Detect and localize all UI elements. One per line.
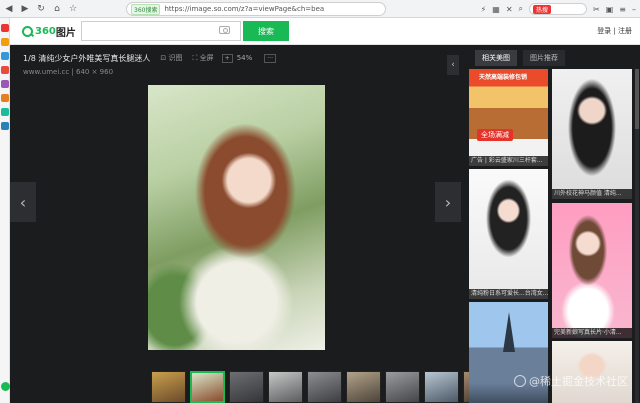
filmstrip-thumb[interactable]	[307, 371, 342, 403]
chevron-left-icon: ‹	[451, 60, 455, 70]
search-button[interactable]: 搜索	[243, 21, 289, 41]
browser-toolbar: ◀ ▶ ↻ ⌂ ☆ 360搜索 https://image.so.com/z?a…	[0, 0, 640, 18]
thumb-caption: 完美新娘写真长片·小清...	[552, 328, 632, 338]
tab-recommended[interactable]: 图片推荐	[523, 50, 565, 66]
related-thumb[interactable]: 川外校花神马颜值 清纯...	[552, 69, 632, 199]
url-text: https://image.so.com/z?a=viewPage&ch=bea	[164, 5, 325, 13]
related-tabs: 相关美图 图片推荐	[475, 50, 565, 66]
fullscreen-icon: ⛶	[192, 53, 198, 62]
sidebar-app-icon[interactable]	[1, 108, 9, 116]
thumb-caption: 清纯粉日系可爱长...台湾女...	[469, 289, 548, 299]
spire-shape	[503, 312, 515, 352]
sidebar-app-icon[interactable]	[1, 94, 9, 102]
more-button[interactable]: ···	[264, 53, 276, 63]
panel-scrollbar[interactable]	[635, 69, 639, 403]
image-viewer: 1/8 清纯少女户外唯美写真长腿迷人 ⊡ 识图 ⛶ 全屏 + 54% ··· w…	[10, 45, 640, 403]
browser-search-input[interactable]: 热搜	[529, 3, 588, 15]
watermark: @稀土掘金技术社区	[514, 373, 628, 389]
filmstrip-thumb[interactable]	[385, 371, 420, 403]
filmstrip-thumb[interactable]	[151, 371, 186, 403]
viewer-title-row: 1/8 清纯少女户外唯美写真长腿迷人 ⊡ 识图 ⛶ 全屏 + 54% ···	[23, 52, 276, 64]
camera-icon[interactable]	[219, 26, 230, 34]
watermark-text: @稀土掘金技术社区	[529, 375, 628, 388]
secure-badge: 360搜索	[131, 3, 161, 15]
login-link[interactable]: 登录 | 注册	[597, 26, 632, 36]
address-bar[interactable]: 360搜索 https://image.so.com/z?a=viewPage&…	[126, 2, 386, 16]
logo-suffix: 图片	[55, 27, 76, 39]
screen: ◀ ▶ ↻ ⌂ ☆ 360搜索 https://image.so.com/z?a…	[0, 0, 640, 403]
zoom-in-button[interactable]: +	[221, 53, 233, 63]
search-input[interactable]	[81, 21, 241, 41]
menu-icon[interactable]: ≡	[619, 5, 626, 14]
chevron-right-icon: ›	[444, 192, 452, 212]
scan-icon: ⊡	[160, 54, 167, 62]
sidebar-app-icon[interactable]	[1, 24, 9, 32]
image-meta: www.umei.cc | 640 × 960	[23, 68, 114, 76]
lightning-icon[interactable]: ⚡	[481, 5, 487, 14]
back-icon[interactable]: ◀	[2, 2, 16, 16]
chevron-left-icon: ‹	[19, 192, 27, 212]
image-title: 1/8 清纯少女户外唯美写真长腿迷人	[23, 53, 151, 63]
zoom-level: 54%	[236, 54, 253, 62]
tab-related[interactable]: 相关美图	[475, 50, 517, 66]
filmstrip-thumb[interactable]	[229, 371, 264, 403]
browser-sidebar	[0, 18, 10, 403]
hot-badge: 热搜	[533, 4, 552, 14]
minimize-icon[interactable]: –	[632, 5, 636, 14]
thumb-caption: 川外校花神马颜值 清纯...	[552, 189, 632, 199]
related-thumb[interactable]: 清纯粉日系可爱长...台湾女...	[469, 169, 548, 299]
browser-right-tools: ⚡ ▦ ✕ ⌕ 热搜 ✂ ▣ ≡ –	[481, 2, 640, 16]
filmstrip-thumb[interactable]	[346, 371, 381, 403]
grid-icon[interactable]: ▦	[492, 5, 500, 14]
main-photo[interactable]	[148, 85, 325, 350]
next-image-button[interactable]: ›	[435, 182, 461, 222]
close-tab-icon[interactable]: ✕	[506, 5, 513, 14]
search-icon[interactable]: ⌕	[519, 4, 523, 14]
collapse-panel-button[interactable]: ‹	[447, 55, 459, 75]
sidebar-app-icon[interactable]	[1, 122, 9, 130]
filmstrip-thumb[interactable]	[424, 371, 459, 403]
logo[interactable]: 360 图片	[22, 24, 76, 39]
watermark-icon	[514, 375, 526, 387]
thumbnail-strip	[151, 371, 498, 403]
related-panel: 相关美图 图片推荐 天然高端装修包销 全场满减 广告 | 彩云盛家川三杆套...…	[469, 45, 640, 403]
sidebar-app-icon[interactable]	[1, 66, 9, 74]
extension-icon[interactable]: ▣	[606, 5, 614, 14]
sidebar-app-icon[interactable]	[1, 52, 9, 60]
assistant-bubble-icon[interactable]	[1, 382, 10, 391]
scrollbar-thumb[interactable]	[635, 69, 639, 129]
filmstrip-thumb-active[interactable]	[190, 371, 225, 403]
refresh-icon[interactable]: ↻	[34, 2, 48, 16]
sidebar-app-icon[interactable]	[1, 80, 9, 88]
forward-icon[interactable]: ▶	[18, 2, 32, 16]
filmstrip-thumb[interactable]	[268, 371, 303, 403]
related-thumb[interactable]	[552, 341, 632, 403]
sidebar-app-icon[interactable]	[1, 38, 9, 46]
knowledge-label: 识图	[168, 54, 183, 62]
logo-magnifier-icon	[22, 25, 33, 37]
fullscreen-button[interactable]: ⛶ 全屏	[193, 53, 214, 63]
bookmark-star-icon[interactable]: ☆	[66, 2, 80, 16]
scissors-icon[interactable]: ✂	[593, 5, 600, 14]
related-thumb-ad[interactable]: 天然高端装修包销 全场满减 广告 | 彩云盛家川三杆套...	[469, 69, 548, 166]
site-header: 360 图片 搜索 登录 | 注册	[10, 18, 640, 45]
thumb-caption: 广告 | 彩云盛家川三杆套...	[469, 156, 548, 166]
home-icon[interactable]: ⌂	[50, 2, 64, 16]
logo-number: 360	[35, 25, 56, 37]
knowledge-button[interactable]: ⊡ 识图	[160, 53, 182, 63]
prev-image-button[interactable]: ‹	[10, 182, 36, 222]
fullscreen-label: 全屏	[199, 54, 214, 62]
ad-headline: 天然高端装修包销	[479, 74, 528, 81]
related-thumb[interactable]: 完美新娘写真长片·小清...	[552, 203, 632, 338]
ad-badge: 全场满减	[477, 129, 513, 141]
